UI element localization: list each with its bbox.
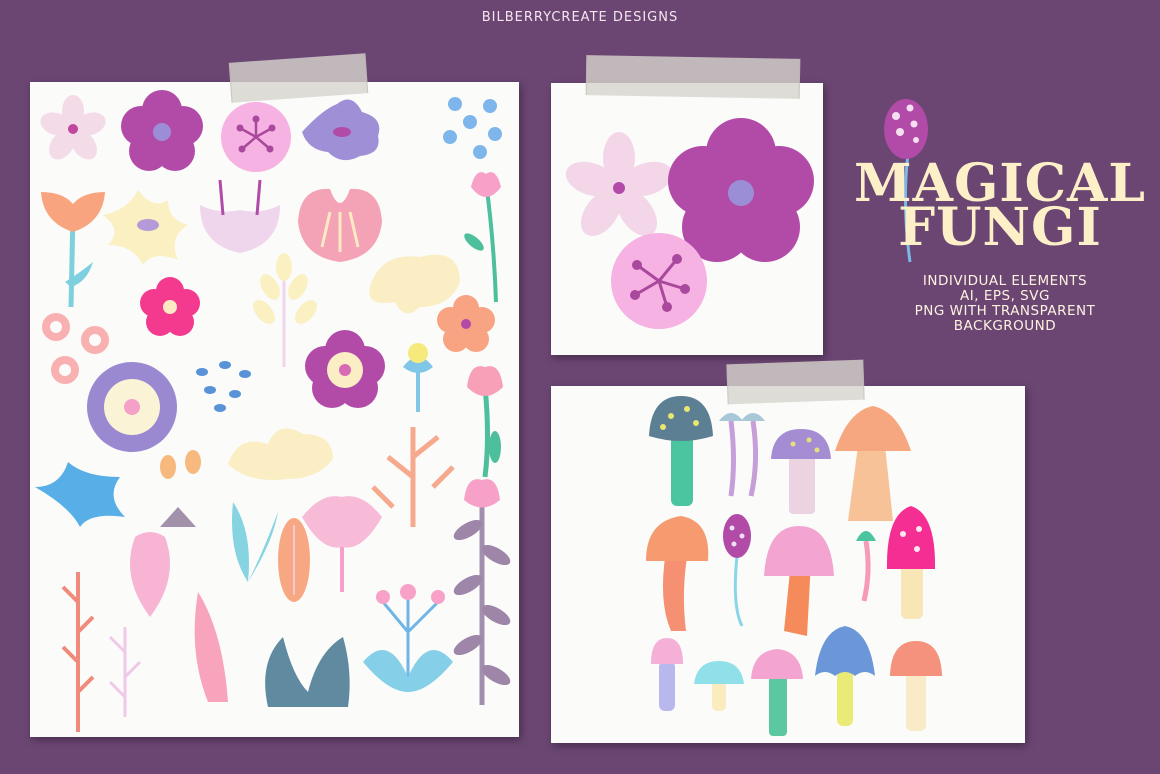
pink-fan-flower [302, 496, 382, 592]
slate-leaf-plant [265, 637, 350, 707]
hot-pink-dotted-mushroom [886, 506, 936, 619]
pink-tulip-small [467, 366, 503, 478]
purple-leaf-stalk [453, 479, 511, 705]
pink-round-flower-large [611, 233, 707, 329]
cream-cloud-shape [228, 428, 333, 480]
pink-dome-mushroom [751, 649, 803, 736]
pale-pink-branch [108, 627, 142, 717]
yellow-bud-stem [403, 343, 433, 412]
cream-flower [103, 190, 188, 265]
feature-line-1: INDIVIDUAL ELEMENTS [922, 273, 1088, 289]
peach-coral-branch [371, 427, 455, 527]
peach-leaf [278, 518, 310, 602]
small-pink-mushroom [651, 638, 683, 711]
large-flowers-paper [551, 83, 823, 355]
coral-branch [61, 572, 95, 732]
product-features: INDIVIDUAL ELEMENTS AI, EPS, SVG PNG WIT… [880, 274, 1130, 334]
peach-tulip [41, 192, 105, 308]
cream-leaf-branch [253, 253, 317, 367]
pink-bud-stem [464, 172, 501, 303]
wavy-pink-stalk [856, 531, 876, 602]
orange-bulb-flowers [160, 450, 201, 527]
large-flower-illustrations [565, 118, 814, 329]
blue-star [35, 462, 125, 527]
pink-round-flower [221, 102, 291, 172]
magenta-flower-large [668, 118, 814, 262]
flower-elements-paper [30, 82, 519, 737]
blue-small-flowers [443, 97, 502, 159]
magenta-flower [121, 90, 203, 171]
tape-strip [726, 359, 865, 405]
blue-dots [196, 361, 251, 412]
flower-illustrations [35, 90, 511, 732]
lilac-tulip [200, 179, 280, 253]
lavender-daisy [87, 362, 177, 452]
aqua-flat-mushroom [694, 661, 744, 711]
feature-line-3: PNG WITH TRANSPARENT [914, 303, 1096, 319]
mushrooms-paper [551, 386, 1025, 743]
blue-wavy-mushroom [815, 626, 875, 726]
brand-text: BILBERRYCREATE DESIGNS [481, 10, 679, 25]
pink-wave-plant [194, 592, 228, 702]
tape-strip [585, 55, 801, 99]
purple-dotted-bud-mushroom [723, 514, 751, 627]
teal-dotted-mushroom [649, 396, 713, 506]
product-title: MAGICAL FUNGI [845, 158, 1155, 254]
mushroom-illustrations [646, 396, 942, 736]
teal-leaf-plant [232, 502, 278, 582]
hot-pink-flower [140, 277, 200, 336]
cream-blob [369, 254, 460, 314]
peach-cone-mushroom [835, 406, 911, 521]
pink-orange-mushroom [764, 526, 834, 636]
feature-line-4: BACKGROUND [953, 318, 1057, 334]
pale-pink-flower [40, 95, 106, 160]
peach-flower [437, 295, 495, 352]
feature-line-2: AI, EPS, SVG [960, 288, 1050, 304]
peach-rings [42, 313, 109, 384]
pink-striped-flower [298, 188, 382, 262]
lavender-star-flower [302, 99, 380, 161]
magenta-round-flower [305, 330, 385, 408]
pale-pink-flower-large [565, 132, 673, 237]
lavender-dotted-mushroom [771, 429, 831, 514]
cream-orange-mushroom [890, 641, 942, 731]
orange-wavy-mushroom [646, 516, 709, 631]
pink-leaf-bud [130, 532, 170, 617]
blue-leaf-bouquet [363, 584, 453, 692]
thin-lilac-mushrooms [719, 413, 765, 497]
